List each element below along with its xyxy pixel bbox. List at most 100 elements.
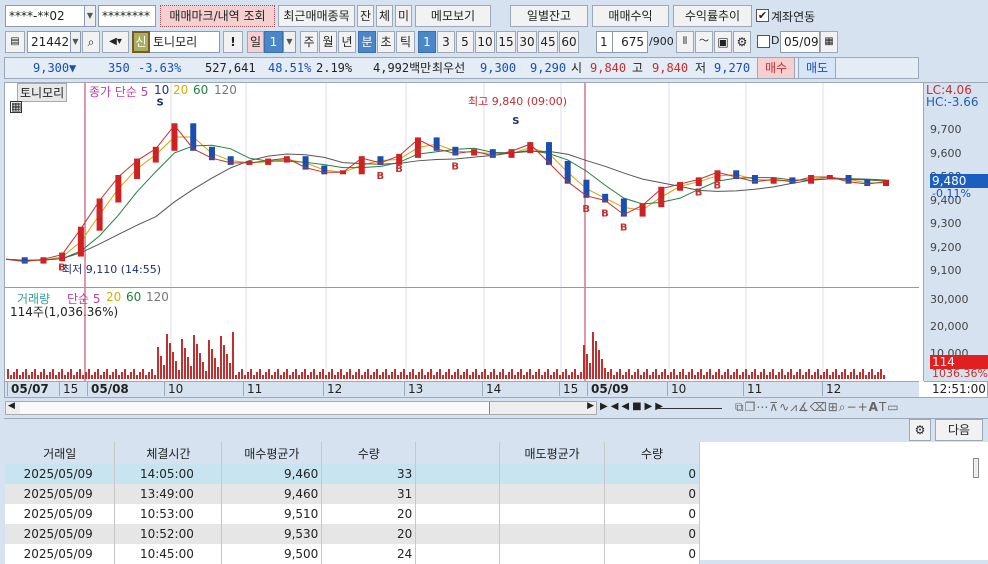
day-dropdown-icon[interactable]: ▼	[283, 31, 296, 53]
interval-3[interactable]: 3	[437, 31, 455, 53]
column-header[interactable]: 체결시간	[114, 442, 223, 464]
layout-icon[interactable]: ▤	[5, 31, 25, 53]
zoom-icon[interactable]: ⌕	[839, 400, 847, 414]
bar-count-field[interactable]: 675	[612, 31, 648, 53]
fast-forward-icon[interactable]: ▶▶	[645, 401, 666, 412]
trade-profit-button[interactable]: 매매수익	[592, 5, 669, 27]
color-icon[interactable]: ▭	[887, 400, 899, 414]
table-row[interactable]: 2025/05/09 14:05:00 9,460 33 0	[5, 464, 700, 484]
buy-button[interactable]: 매수	[757, 57, 795, 79]
unfilled-button[interactable]: 미	[395, 5, 412, 27]
scroll-left-icon[interactable]: ◀	[8, 401, 15, 411]
period-year-tab[interactable]: 년	[338, 31, 356, 53]
gear-icon[interactable]: ⚙	[733, 31, 751, 53]
rewind-icon[interactable]: ◀◀	[611, 401, 632, 412]
column-header[interactable]: 수량	[604, 442, 700, 464]
price-change-pct: -3.63%	[138, 61, 182, 75]
account-link-checkbox[interactable]: ✔	[756, 9, 769, 22]
stock-code-field[interactable]: 214420	[27, 31, 77, 53]
interval-10[interactable]: 10	[475, 31, 495, 53]
line-icon[interactable]: ⩘	[790, 400, 798, 414]
save-icon[interactable]: ▣	[714, 31, 732, 53]
grid-icon[interactable]: ▦	[10, 101, 22, 113]
account-field[interactable]: ****-**02	[5, 5, 85, 27]
column-header[interactable]: 수량	[321, 442, 417, 464]
overlay-icon[interactable]: ⧉	[735, 400, 745, 414]
low-price: 9,270	[714, 61, 751, 75]
column-header[interactable]: 거래일	[5, 442, 116, 464]
stop-icon[interactable]: ■	[632, 401, 644, 412]
date-field[interactable]: 05/09	[780, 31, 820, 53]
date-checkbox[interactable]	[757, 35, 770, 48]
volume-bar	[640, 375, 642, 379]
fib-icon[interactable]: ⊼	[769, 400, 779, 414]
period-second-tab[interactable]: 초	[377, 31, 395, 53]
volume-bar	[634, 372, 636, 379]
column-header[interactable]: 매수평균가	[221, 442, 323, 464]
daily-balance-button[interactable]: 일별잔고	[510, 5, 588, 27]
speaker-icon[interactable]: ◀▾	[102, 31, 129, 53]
filled-button[interactable]: 체	[376, 5, 393, 27]
play-icon[interactable]: ▶	[600, 401, 611, 412]
interval-5[interactable]: 5	[456, 31, 474, 53]
day-value-field[interactable]: 1	[264, 31, 283, 53]
password-field[interactable]: ********	[98, 5, 156, 27]
scroll-thumb[interactable]	[20, 402, 490, 414]
account-dropdown-icon[interactable]: ▼	[84, 5, 96, 27]
angle-icon[interactable]: ∡	[798, 400, 810, 414]
split-icon[interactable]: ❐	[745, 400, 757, 414]
volume-bar	[295, 369, 297, 379]
wave-icon[interactable]: ∿	[779, 400, 790, 414]
calendar-icon[interactable]: ▦	[820, 31, 838, 53]
indicator-add-icon[interactable]: 〜	[695, 31, 713, 53]
volume-bar	[130, 372, 132, 379]
stock-name-field[interactable]: 토니모리	[150, 31, 220, 53]
zoom-in-icon[interactable]: +	[858, 400, 869, 414]
interval-1[interactable]: 1	[418, 31, 436, 53]
chart-scrollbar[interactable]: ◀ ▶	[5, 401, 597, 415]
period-minute-tab[interactable]: 분	[358, 31, 376, 53]
balance-button[interactable]: 잔	[357, 5, 374, 27]
scroll-right-icon[interactable]: ▶	[587, 401, 594, 411]
candle-add-icon[interactable]: ⫴	[676, 31, 694, 53]
table-row[interactable]: 2025/05/09 10:53:00 9,510 20 0	[5, 504, 700, 524]
recent-trades-button[interactable]: 최근매매종목	[278, 5, 355, 27]
zoom-out-icon[interactable]: −	[847, 400, 858, 414]
column-header[interactable]	[415, 442, 501, 464]
volume-bar	[613, 375, 615, 379]
speed-slider[interactable]	[657, 408, 722, 409]
price-chart[interactable]: BBBBBBBBBBBBSS 토니모리 ▦ 종가 단순 5 10 20 60 1…	[4, 82, 988, 398]
table-row[interactable]: 2025/05/09 10:52:00 9,530 20 0	[5, 524, 700, 544]
settings-gear-icon[interactable]: ⚙	[909, 419, 931, 441]
table-scrollbar[interactable]	[973, 458, 979, 478]
text-icon[interactable]: A	[869, 400, 879, 414]
table-cell	[499, 544, 606, 564]
image-icon[interactable]: ⊞	[828, 400, 839, 414]
interval-45[interactable]: 45	[538, 31, 558, 53]
period-month-tab[interactable]: 월	[319, 31, 337, 53]
interval-60[interactable]: 60	[559, 31, 579, 53]
chart-title: 토니모리	[17, 83, 68, 102]
eraser-icon[interactable]: ⌫	[810, 400, 828, 414]
interval-30[interactable]: 30	[517, 31, 537, 53]
period-week-tab[interactable]: 주	[300, 31, 318, 53]
volume-bar	[793, 375, 795, 379]
volume-bar	[538, 369, 540, 379]
next-button[interactable]: 다음	[935, 419, 983, 441]
table-row[interactable]: 2025/05/09 10:45:00 9,500 24 0	[5, 544, 700, 564]
table-row[interactable]: 2025/05/09 13:49:00 9,460 31 0	[5, 484, 700, 504]
column-header[interactable]: 매도평균가	[499, 442, 606, 464]
period-day-tab[interactable]: 일	[247, 31, 264, 53]
trade-mark-button[interactable]: 매매마크/내역 조회	[160, 5, 275, 27]
period-tick-tab[interactable]: 틱	[396, 31, 415, 53]
volume-bar	[574, 369, 576, 379]
code-dropdown-icon[interactable]: ▼	[70, 31, 81, 53]
profit-rate-button[interactable]: 수익률추이	[673, 5, 752, 27]
alert-button[interactable]: !	[223, 31, 243, 53]
memo-button[interactable]: 메모보기	[415, 5, 491, 27]
sell-button[interactable]: 매도	[798, 57, 836, 79]
trendline-icon[interactable]: ⋯	[756, 400, 769, 414]
interval-15[interactable]: 15	[496, 31, 516, 53]
ma-label: 종가 단순 5	[89, 85, 149, 99]
search-icon[interactable]: ⌕	[82, 31, 100, 53]
